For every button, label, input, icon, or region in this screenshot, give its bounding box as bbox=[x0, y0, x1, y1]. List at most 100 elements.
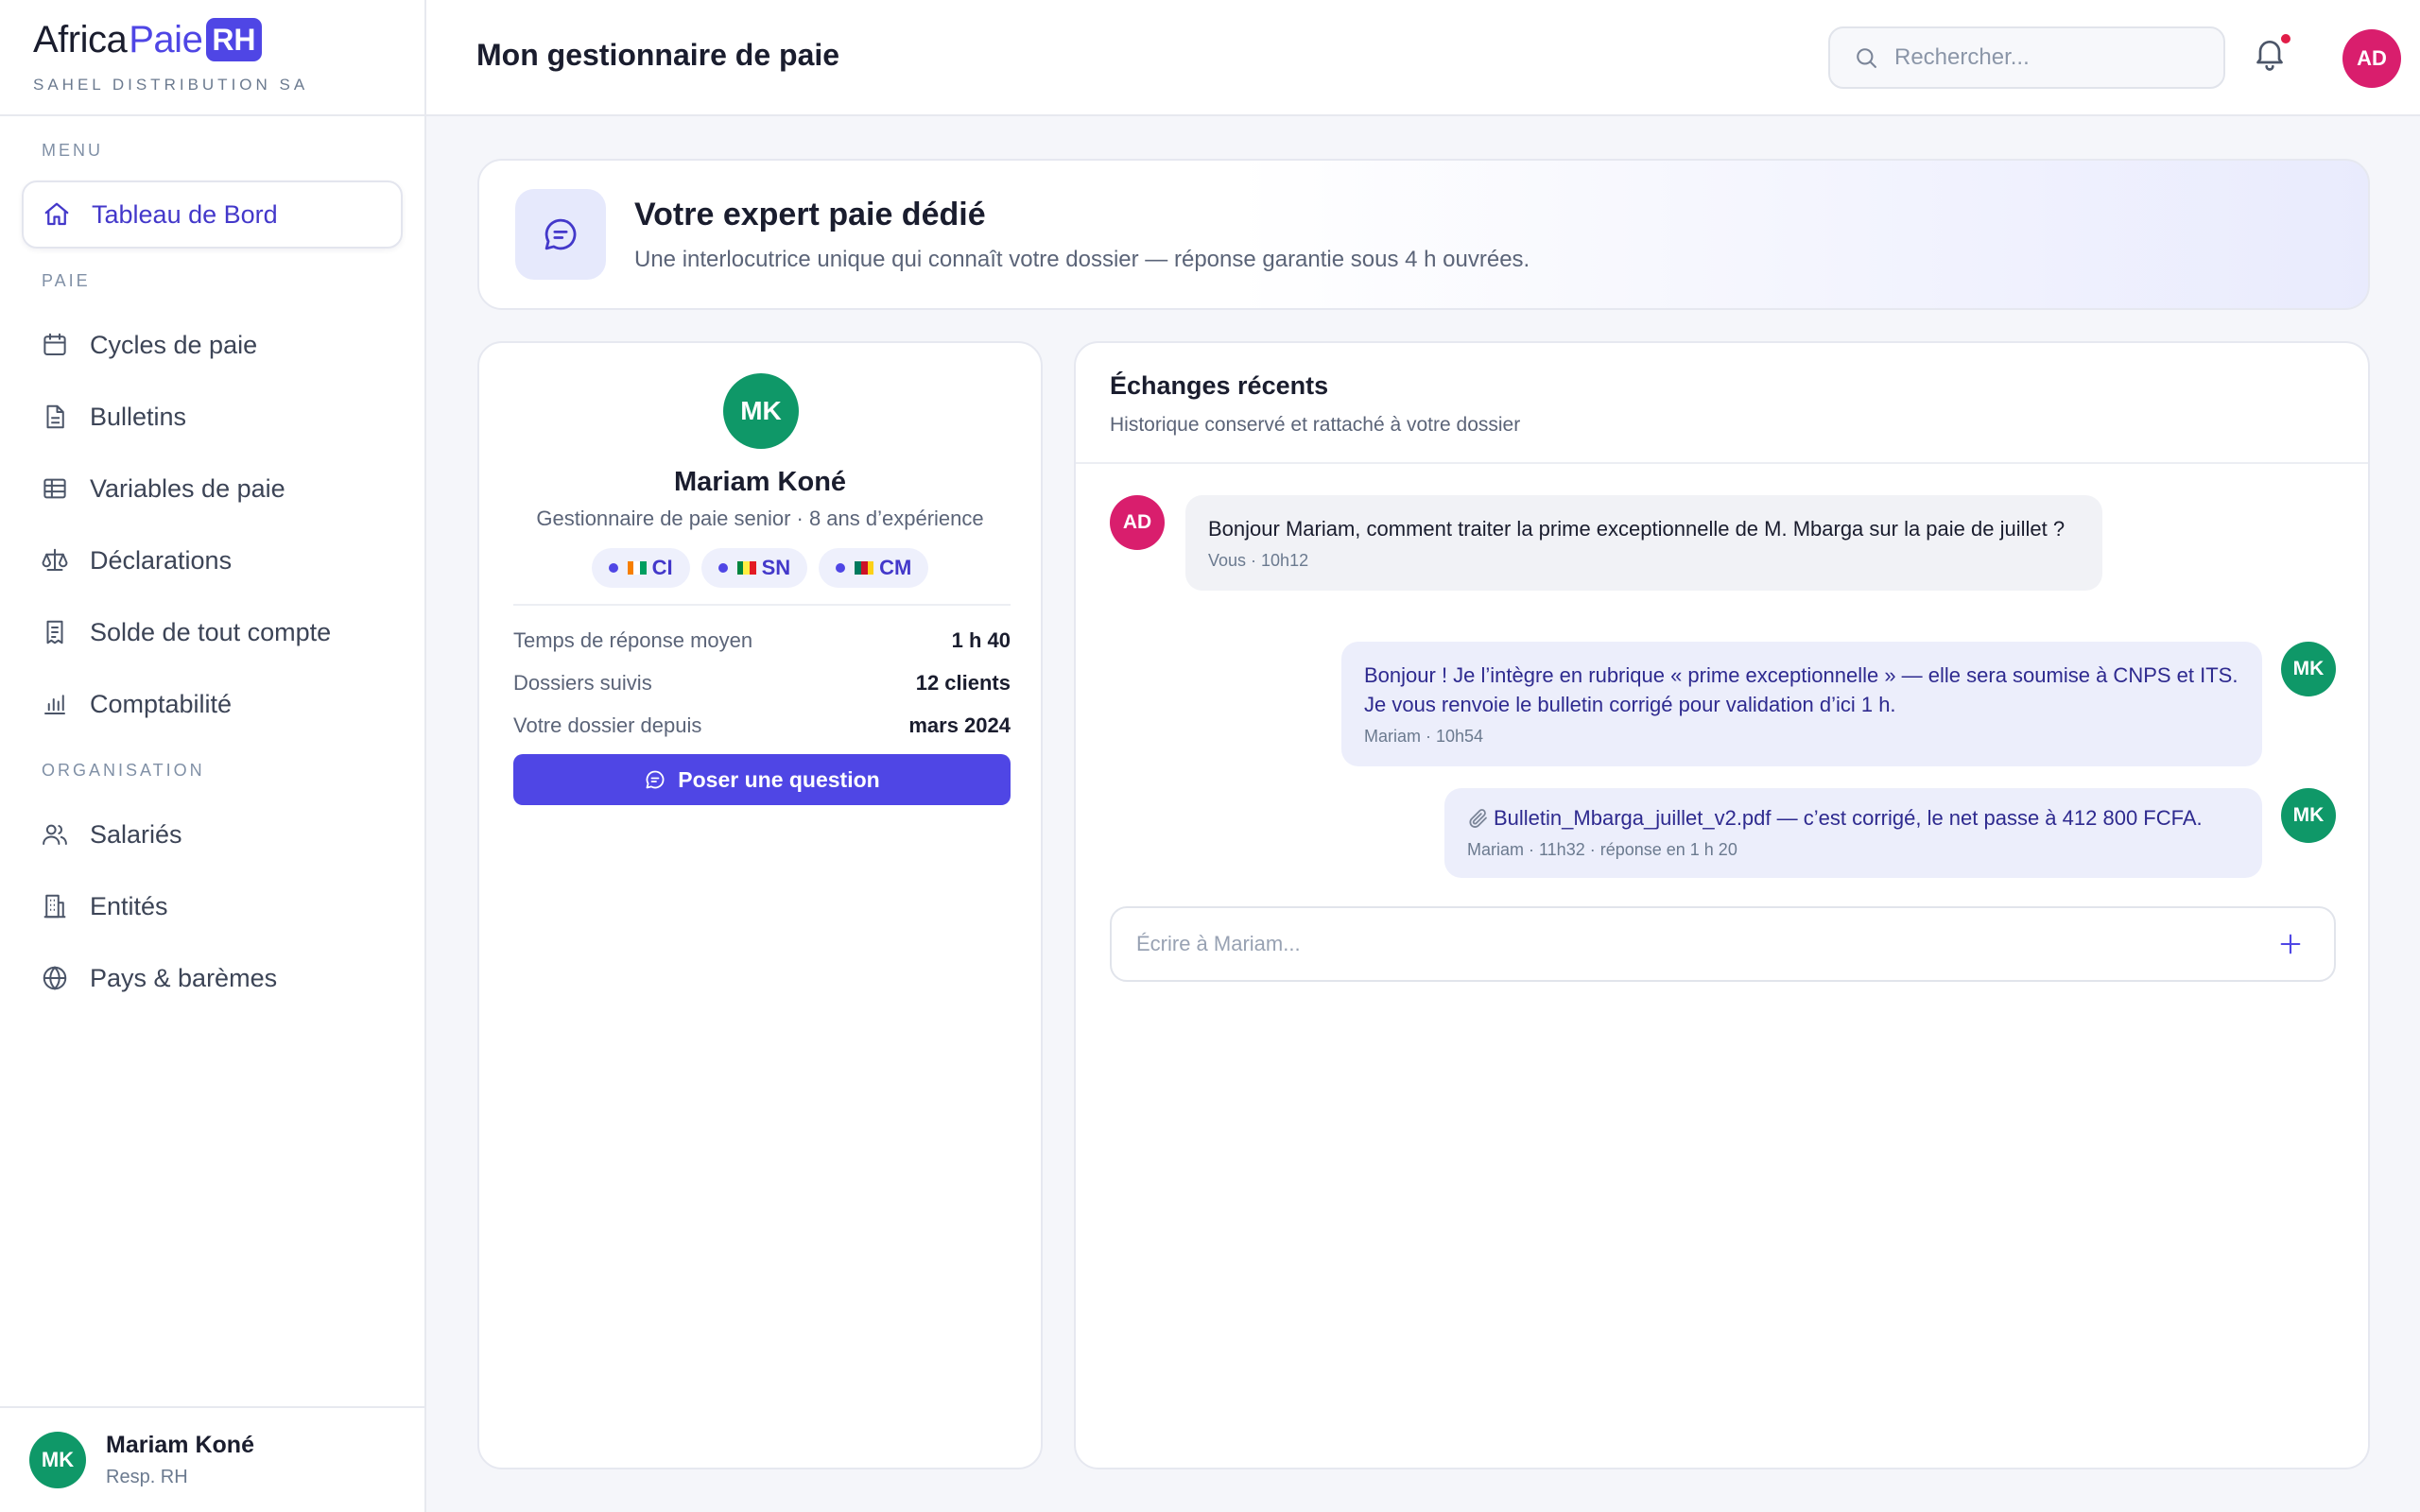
sidebar-item-bulletins[interactable]: Bulletins bbox=[22, 383, 403, 451]
sidebar-item-solde[interactable]: Solde de tout compte bbox=[22, 598, 403, 666]
manager-name: Mariam Koné bbox=[673, 467, 847, 497]
sidebar: Africa Paie RH SAHEL DISTRIBUTION SA MEN… bbox=[0, 0, 426, 1512]
message-avatar: MK bbox=[2281, 642, 2336, 696]
recent-exchanges-card: Échanges récents Historique conservé et … bbox=[1074, 341, 2370, 1469]
nav-section-paie: PAIE bbox=[42, 271, 91, 290]
message-avatar: MK bbox=[2281, 788, 2336, 843]
user-avatar[interactable]: AD bbox=[2342, 29, 2401, 88]
sidebar-item-label: Solde de tout compte bbox=[90, 617, 332, 646]
sidebar-item-variables[interactable]: Variables de paie bbox=[22, 455, 403, 523]
users-icon bbox=[43, 824, 67, 845]
country-chip-sn: SN bbox=[700, 548, 808, 588]
sidebar-nav: MENU Tableau de Bord PAIE Cycles de paie… bbox=[0, 116, 424, 1012]
country-code: CI bbox=[651, 556, 673, 579]
chat-bubble-icon bbox=[544, 218, 577, 250]
message-text: Bonjour Mariam, comment traiter la prime… bbox=[1208, 517, 2066, 541]
stat-value: 1 h 40 bbox=[951, 628, 1011, 652]
search-input[interactable] bbox=[1894, 44, 2206, 71]
bar-chart-icon bbox=[44, 695, 65, 714]
stat-clients: Dossiers suivis 12 clients bbox=[513, 671, 1011, 696]
hero-title: Votre expert paie dédié bbox=[634, 196, 986, 232]
add-attachment-button[interactable] bbox=[2273, 927, 2308, 961]
expert-banner: Votre expert paie dédié Une interlocutri… bbox=[477, 159, 2370, 310]
message-bubble: Bulletin_Mbarga_juillet_v2.pdf — c’est c… bbox=[1444, 788, 2262, 878]
ask-question-label: Poser une question bbox=[678, 766, 880, 792]
sidebar-item-label: Pays & barèmes bbox=[90, 963, 278, 992]
stat-value: mars 2024 bbox=[908, 713, 1011, 737]
stat-label: Temps de réponse moyen bbox=[513, 628, 753, 652]
manager-profile-card: MK Mariam Koné Gestionnaire de paie seni… bbox=[477, 341, 1043, 1469]
country-chip-ci: CI bbox=[591, 548, 690, 588]
country-code: SN bbox=[761, 556, 791, 579]
chat-subtitle: Historique conservé et rattaché à votre … bbox=[1110, 414, 1521, 436]
flag-ci-icon bbox=[627, 561, 647, 575]
sidebar-item-label: Entités bbox=[90, 891, 168, 920]
country-chip-cm: CM bbox=[819, 548, 929, 588]
sidebar-user-info: Mariam Koné Resp. RH bbox=[106, 1432, 254, 1488]
sidebar-item-declarations[interactable]: Déclarations bbox=[22, 526, 403, 594]
message-composer[interactable] bbox=[1110, 906, 2336, 982]
building-icon bbox=[43, 894, 66, 919]
manager-avatar: MK bbox=[723, 373, 799, 449]
app-logo[interactable]: Africa Paie RH bbox=[33, 17, 424, 62]
globe-icon bbox=[43, 966, 67, 990]
sidebar-item-label: Tableau de Bord bbox=[92, 199, 278, 229]
message-input[interactable] bbox=[1136, 932, 2223, 956]
sidebar-item-label: Bulletins bbox=[90, 402, 187, 431]
sidebar-user-name: Mariam Koné bbox=[106, 1432, 254, 1458]
flag-cm-icon bbox=[855, 561, 874, 575]
chip-dot bbox=[836, 563, 846, 573]
notification-dot bbox=[2281, 34, 2290, 43]
ask-question-button[interactable]: Poser une question bbox=[513, 754, 1011, 805]
message-bubble: Bonjour Mariam, comment traiter la prime… bbox=[1185, 495, 2102, 591]
logo-badge-rh: RH bbox=[206, 18, 262, 61]
attachment-link[interactable]: Bulletin_Mbarga_juillet_v2.pdf — c’est c… bbox=[1467, 803, 2239, 833]
country-chips: CI SN CM bbox=[479, 548, 1041, 588]
calendar-icon bbox=[43, 333, 66, 355]
divider bbox=[513, 604, 1011, 606]
hero-subtitle: Une interlocutrice unique qui connaît vo… bbox=[634, 246, 1530, 272]
sidebar-item-pays[interactable]: Pays & barèmes bbox=[22, 944, 403, 1012]
message-bubble: Bonjour ! Je l’intègre en rubrique « pri… bbox=[1341, 642, 2262, 766]
sidebar-item-label: Salariés bbox=[90, 819, 182, 849]
stat-value: 12 clients bbox=[915, 671, 1011, 695]
scale-icon bbox=[42, 548, 68, 571]
nav-section-menu: MENU bbox=[42, 141, 103, 160]
hero-icon-box bbox=[515, 189, 606, 280]
message-meta: Mariam · 10h54 bbox=[1364, 727, 1484, 746]
document-icon bbox=[46, 404, 64, 429]
sidebar-item-dashboard[interactable]: Tableau de Bord bbox=[22, 180, 403, 249]
chat-bubble-icon bbox=[646, 770, 665, 789]
home-icon bbox=[44, 202, 69, 226]
paperclip-icon bbox=[1469, 808, 1487, 828]
stat-response-time: Temps de réponse moyen 1 h 40 bbox=[513, 628, 1011, 653]
sidebar-item-entites[interactable]: Entités bbox=[22, 872, 403, 940]
stat-label: Dossiers suivis bbox=[513, 671, 652, 695]
chip-dot bbox=[717, 563, 728, 573]
sidebar-user-role: Resp. RH bbox=[106, 1467, 188, 1487]
sidebar-item-label: Variables de paie bbox=[90, 473, 285, 503]
stat-label: Votre dossier depuis bbox=[513, 713, 702, 737]
search-box[interactable] bbox=[1828, 26, 2225, 89]
topbar: Mon gestionnaire de paie AD bbox=[426, 0, 2420, 116]
message-meta: Mariam · 11h32 · réponse en 1 h 20 bbox=[1467, 840, 1737, 859]
flag-sn-icon bbox=[736, 561, 756, 575]
sidebar-item-comptabilite[interactable]: Comptabilité bbox=[22, 670, 403, 738]
hero-text: Votre expert paie dédié Une interlocutri… bbox=[634, 197, 1530, 273]
sidebar-user[interactable]: MK Mariam Koné Resp. RH bbox=[0, 1406, 424, 1512]
message-text: Bulletin_Mbarga_juillet_v2.pdf — c’est c… bbox=[1494, 806, 2203, 830]
manager-role: Gestionnaire de paie senior · 8 ans d’ex… bbox=[536, 507, 984, 530]
page-title: Mon gestionnaire de paie bbox=[476, 38, 840, 72]
avatar: MK bbox=[29, 1432, 86, 1488]
sidebar-item-cycles[interactable]: Cycles de paie bbox=[22, 311, 403, 379]
message-text: Bonjour ! Je l’intègre en rubrique « pri… bbox=[1364, 663, 2238, 716]
sidebar-item-label: Comptabilité bbox=[90, 689, 233, 718]
chip-dot bbox=[608, 563, 618, 573]
table-icon bbox=[43, 478, 66, 499]
sidebar-item-salaries[interactable]: Salariés bbox=[22, 800, 403, 868]
message-avatar: AD bbox=[1110, 495, 1165, 550]
stat-since: Votre dossier depuis mars 2024 bbox=[513, 713, 1011, 738]
logo-text-paie: Paie bbox=[129, 18, 203, 60]
plus-icon bbox=[2280, 934, 2301, 954]
nav-section-organisation: ORGANISATION bbox=[42, 761, 205, 780]
